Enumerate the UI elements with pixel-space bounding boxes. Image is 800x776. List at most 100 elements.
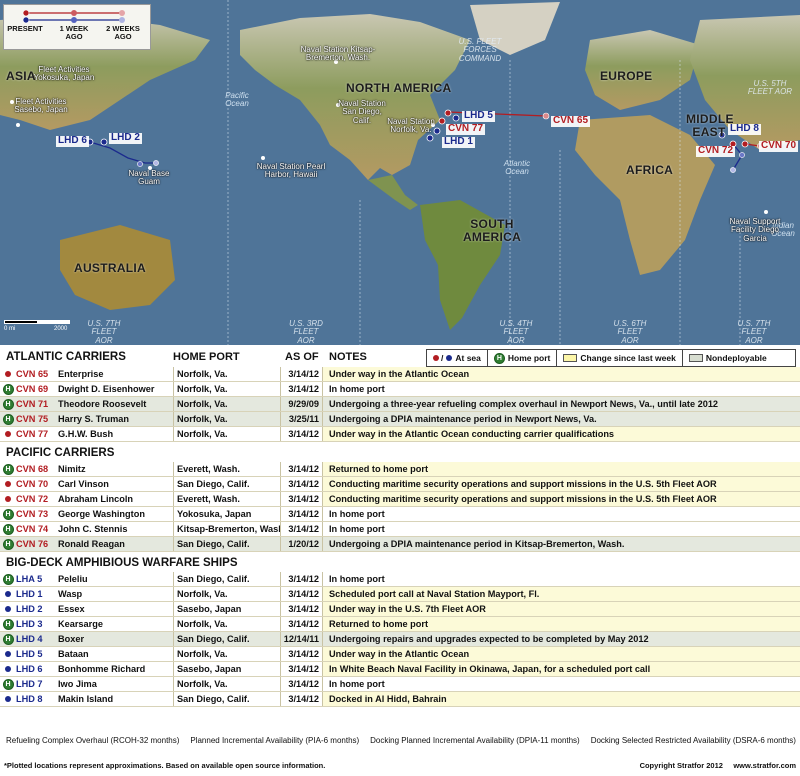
table-row: CVN 77 G.H.W. Bush Norfolk, Va. 3/14/12 Unde… bbox=[0, 427, 800, 442]
map-graphic bbox=[0, 0, 800, 345]
ship-name: Dwight D. Eisenhower bbox=[58, 384, 155, 394]
table-row: H CVN 73 George Washington Yokosuka, Japan 3… bbox=[0, 507, 800, 522]
hull-number: CVN 69 bbox=[16, 384, 49, 394]
ship-name: Ronald Reagan bbox=[58, 539, 125, 549]
ship-name: Theodore Roosevelt bbox=[58, 399, 147, 409]
home-port-cell: Norfolk, Va. bbox=[173, 677, 280, 691]
home-port-cell: Norfolk, Va. bbox=[173, 647, 280, 661]
status-cell: H bbox=[0, 522, 16, 536]
as-of-cell: 3/14/12 bbox=[280, 647, 322, 661]
home-port-cell: San Diego, Calif. bbox=[173, 632, 280, 646]
col-home-port: HOME PORT bbox=[173, 351, 240, 363]
home-port-cell: Yokosuka, Japan bbox=[173, 507, 280, 521]
notes-cell: Conducting maritime security operations … bbox=[322, 492, 800, 506]
notes-cell: Under way in the Atlantic Ocean bbox=[322, 647, 800, 661]
label-7th-fleet-east: U.S. 7TH FLEET AOR bbox=[737, 319, 771, 345]
hull-number: LHD 4 bbox=[16, 634, 43, 644]
as-of-cell: 3/14/12 bbox=[280, 492, 322, 506]
table-row: H CVN 69 Dwight D. Eisenhower Norfolk, Va. 3… bbox=[0, 382, 800, 397]
status-cell bbox=[0, 647, 16, 661]
table-row: H LHD 4 Boxer San Diego, Calif. 12/14/11 Unde… bbox=[0, 632, 800, 647]
as-of-cell: 3/14/12 bbox=[280, 602, 322, 616]
table-row: H CVN 68 Nimitz Everett, Wash. 3/14/12 Return… bbox=[0, 462, 800, 477]
as-of-cell: 3/14/12 bbox=[280, 462, 322, 476]
section-title-amphibious: BIG-DECK AMPHIBIOUS WARFARE SHIPS bbox=[6, 557, 238, 569]
disclaimer: *Plotted locations represent approximati… bbox=[4, 761, 326, 770]
ship-name: Abraham Lincoln bbox=[58, 494, 134, 504]
label-middle-east: MIDDLE EAST bbox=[686, 112, 734, 139]
home-port-cell: Norfolk, Va. bbox=[173, 382, 280, 396]
table-row: LHD 5 Bataan Norfolk, Va. 3/14/12 Under way … bbox=[0, 647, 800, 662]
notes-cell: In home port bbox=[322, 522, 800, 536]
hull-number: LHD 8 bbox=[16, 694, 43, 704]
base-diego-garcia: Naval Support Facility Diego Garcia bbox=[729, 217, 781, 243]
base-yokosuka: Fleet Activities Yokosuka, Japan bbox=[33, 65, 95, 83]
as-of-cell: 3/14/12 bbox=[280, 662, 322, 676]
notes-cell: In home port bbox=[322, 382, 800, 396]
ship-name: Peleliu bbox=[58, 574, 88, 584]
as-of-cell: 3/14/12 bbox=[280, 692, 322, 706]
as-of-cell: 3/14/12 bbox=[280, 382, 322, 396]
hull-number: CVN 70 bbox=[16, 479, 49, 489]
website-link[interactable]: www.stratfor.com bbox=[733, 761, 796, 770]
status-cell: H bbox=[0, 397, 16, 411]
status-cell bbox=[0, 477, 16, 491]
section-title-pacific: PACIFIC CARRIERS bbox=[6, 447, 115, 459]
ship-name: John C. Stennis bbox=[58, 524, 128, 534]
status-cell: H bbox=[0, 632, 16, 646]
copyright: Copyright Stratfor 2012 bbox=[639, 761, 723, 770]
hull-number: LHD 3 bbox=[16, 619, 43, 629]
ship-name: Harry S. Truman bbox=[58, 414, 129, 424]
home-port-icon: H bbox=[2, 633, 14, 645]
home-port-cell: Norfolk, Va. bbox=[173, 412, 280, 426]
world-map: PRESENT 1 WEEK AGO 2 WEEKS AGO NORTH AME… bbox=[0, 0, 800, 345]
status-cell bbox=[0, 492, 16, 506]
red-dot-icon bbox=[5, 496, 11, 502]
status-cell: H bbox=[0, 617, 16, 631]
blue-dot-icon bbox=[5, 591, 11, 597]
table-header: ATLANTIC CARRIERS HOME PORT AS OF NOTES bbox=[0, 347, 800, 367]
home-port-icon: H bbox=[2, 463, 14, 475]
home-port-icon: H bbox=[2, 573, 14, 585]
home-port-cell: Sasebo, Japan bbox=[173, 662, 280, 676]
home-port-cell: Norfolk, Va. bbox=[173, 587, 280, 601]
ship-label-cvn65: CVN 65 bbox=[551, 115, 591, 127]
status-cell: H bbox=[0, 507, 16, 521]
label-4th-fleet: U.S. 4TH FLEET AOR bbox=[499, 319, 533, 345]
home-port-cell: San Diego, Calif. bbox=[173, 572, 280, 586]
notes-cell: Undergoing repairs and upgrades expected… bbox=[322, 632, 800, 646]
home-port-cell: San Diego, Calif. bbox=[173, 692, 280, 706]
status-cell: H bbox=[0, 537, 16, 551]
table-row: CVN 70 Carl Vinson San Diego, Calif. 3/14/1… bbox=[0, 477, 800, 492]
hull-number: CVN 73 bbox=[16, 509, 49, 519]
amphibious-ships-table: H LHA 5 Peleliu San Diego, Calif. 3/14/12 In … bbox=[0, 572, 800, 707]
table-row: LHD 6 Bonhomme Richard Sasebo, Japan 3/14/1… bbox=[0, 662, 800, 677]
notes-cell: Under way in the U.S. 7th Fleet AOR bbox=[322, 602, 800, 616]
home-port-cell: San Diego, Calif. bbox=[173, 537, 280, 551]
as-of-cell: 3/14/12 bbox=[280, 427, 322, 441]
home-port-cell: Sasebo, Japan bbox=[173, 602, 280, 616]
table-row: CVN 65 Enterprise Norfolk, Va. 3/14/12 Under… bbox=[0, 367, 800, 382]
status-cell: H bbox=[0, 572, 16, 586]
home-port-cell: San Diego, Calif. bbox=[173, 477, 280, 491]
blue-dot-icon bbox=[5, 606, 11, 612]
label-pacific-ocean: Pacific Ocean bbox=[225, 91, 249, 109]
base-guam: Naval Base Guam bbox=[128, 169, 170, 187]
blue-dot-icon bbox=[5, 651, 11, 657]
pacific-carriers-table: H CVN 68 Nimitz Everett, Wash. 3/14/12 Return… bbox=[0, 462, 800, 552]
table-row: LHD 1 Wasp Norfolk, Va. 3/14/12 Scheduled po… bbox=[0, 587, 800, 602]
status-cell: H bbox=[0, 677, 16, 691]
footnotes: Refueling Complex Overhaul (RCOH-32 mont… bbox=[6, 736, 796, 745]
hull-number: LHD 5 bbox=[16, 649, 43, 659]
hull-number: LHA 5 bbox=[16, 574, 43, 584]
base-norfolk: Naval Station Norfolk, Va. bbox=[387, 117, 435, 135]
label-3rd-fleet: U.S. 3RD FLEET AOR bbox=[289, 319, 323, 345]
ship-label-cvn77: CVN 77 bbox=[446, 123, 486, 135]
as-of-cell: 12/14/11 bbox=[280, 632, 322, 646]
legend-1-week: 1 WEEK AGO bbox=[59, 24, 89, 41]
notes-cell: Undergoing a DPIA maintenance period in … bbox=[322, 412, 800, 426]
ship-name: Bonhomme Richard bbox=[58, 664, 146, 674]
home-port-cell: Kitsap-Bremerton, Wash. bbox=[173, 522, 280, 536]
label-europe: EUROPE bbox=[600, 69, 653, 83]
ship-name: Makin Island bbox=[58, 694, 114, 704]
